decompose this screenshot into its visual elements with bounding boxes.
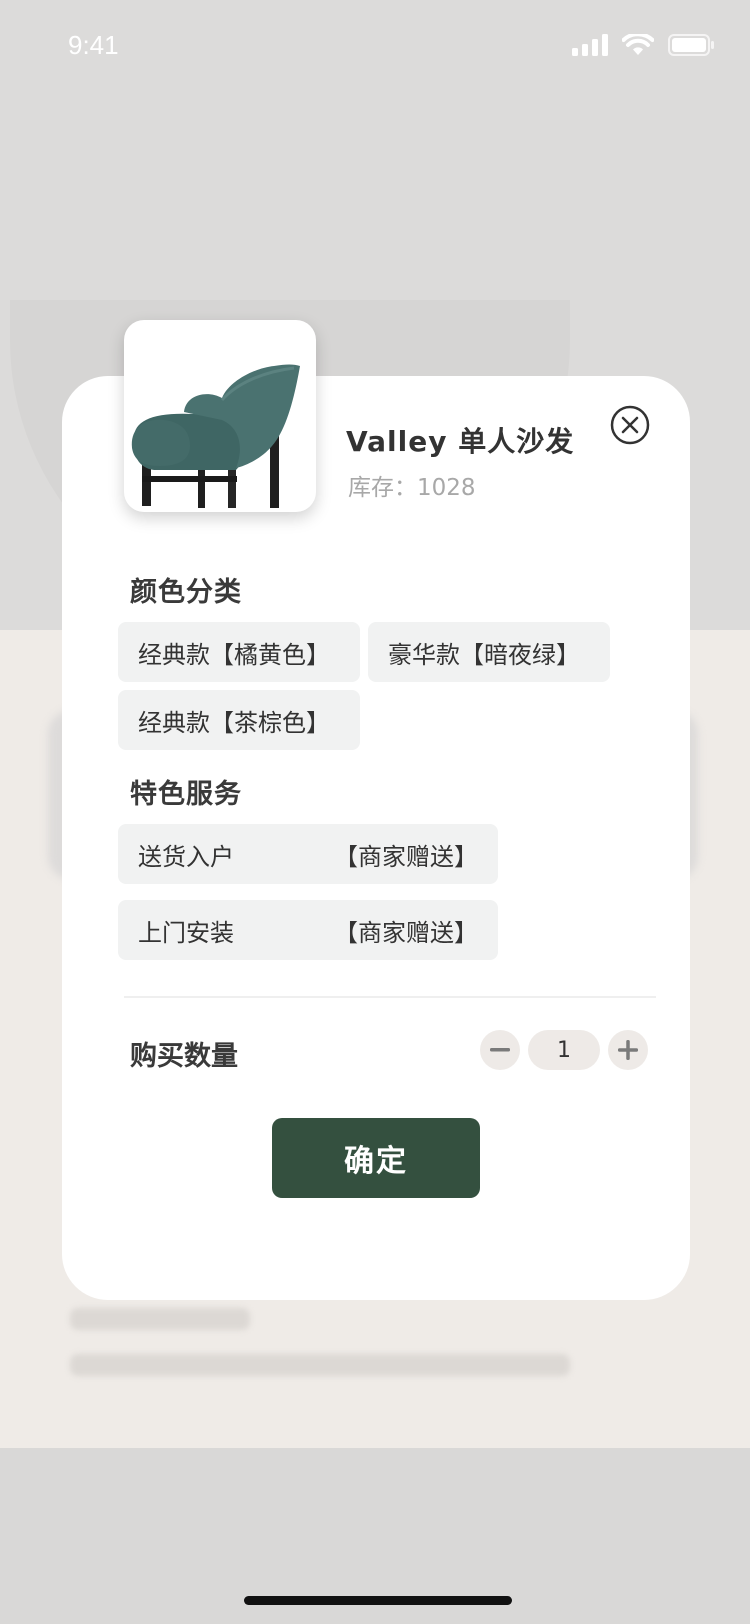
quantity-value[interactable]: 1 — [528, 1030, 600, 1070]
background-text-line — [70, 1308, 250, 1330]
color-option[interactable]: 豪华款【暗夜绿】 — [368, 622, 610, 682]
home-indicator[interactable] — [244, 1596, 512, 1605]
increase-button[interactable] — [608, 1030, 648, 1070]
color-option-label: 经典款【橘黄色】 — [138, 640, 330, 669]
divider — [124, 996, 656, 998]
wifi-icon — [622, 34, 654, 55]
confirm-button[interactable]: 确定 — [272, 1118, 480, 1198]
service-name: 送货入户 — [138, 842, 234, 871]
color-option-label: 经典款【茶棕色】 — [138, 708, 330, 737]
product-image — [124, 320, 316, 512]
signal-icon — [572, 34, 608, 56]
minus-icon — [490, 1048, 510, 1052]
battery-icon — [668, 34, 714, 56]
background-text-line — [70, 1354, 570, 1376]
service-section-title: 特色服务 — [130, 779, 242, 810]
close-icon[interactable] — [610, 405, 650, 445]
decrease-button[interactable] — [480, 1030, 520, 1070]
armchair-image — [131, 364, 300, 508]
service-option[interactable]: 上门安装 【商家赠送】 — [118, 900, 498, 960]
service-note: 【商家赠送】 — [334, 842, 478, 871]
quantity-label: 购买数量 — [130, 1041, 238, 1072]
service-name: 上门安装 — [138, 918, 234, 947]
service-note: 【商家赠送】 — [334, 918, 478, 947]
status-time: 9:41 — [68, 30, 119, 60]
color-option-label: 豪华款【暗夜绿】 — [388, 640, 580, 669]
service-option[interactable]: 送货入户 【商家赠送】 — [118, 824, 498, 884]
color-section-title: 颜色分类 — [130, 577, 242, 608]
product-title: Valley 单人沙发 — [346, 425, 575, 458]
color-option[interactable]: 经典款【橘黄色】 — [118, 622, 360, 682]
plus-icon — [618, 1040, 638, 1060]
stock-count: 库存：1028 — [348, 475, 476, 501]
color-option[interactable]: 经典款【茶棕色】 — [118, 690, 360, 750]
status-icons — [572, 34, 714, 56]
